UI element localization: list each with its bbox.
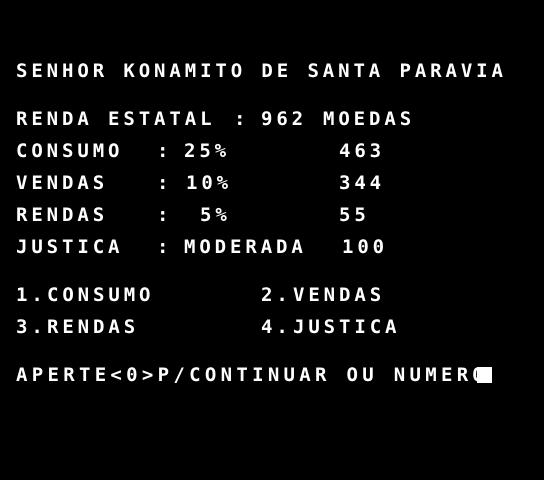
ruler-title: SENHOR KONAMITO DE SANTA PARAVIA <box>16 60 507 82</box>
game-screen: SENHOR KONAMITO DE SANTA PARAVIA RENDA E… <box>0 0 544 480</box>
menu-option-3-number[interactable]: 3. <box>16 318 47 337</box>
tax-rate-vendas: 10% <box>186 172 233 194</box>
menu-option-4-number[interactable]: 4. <box>261 318 292 337</box>
continue-prompt: APERTE<0>P/CONTINUAR OU NUMERO <box>16 364 489 386</box>
tax-rate-rendas: 5% <box>200 204 231 226</box>
tax-rate-justica: MODERADA <box>184 236 307 258</box>
tax-label-rendas: RENDAS <box>16 204 109 226</box>
income-value: 962 <box>261 108 308 130</box>
tax-amount-vendas: 344 <box>339 172 386 194</box>
tax-rate-consumo: 25% <box>184 140 231 162</box>
menu-option-consumo[interactable]: CONSUMO <box>47 286 154 305</box>
income-separator: : <box>234 108 250 130</box>
tax-amount-justica: 100 <box>342 236 389 258</box>
tax-separator: : <box>157 236 173 258</box>
menu-option-vendas[interactable]: VENDAS <box>293 286 385 305</box>
tax-label-vendas: VENDAS <box>16 172 109 194</box>
tax-label-justica: JUSTICA <box>16 236 124 258</box>
menu-option-justica[interactable]: JUSTICA <box>293 318 400 337</box>
menu-option-2-number[interactable]: 2. <box>261 286 292 305</box>
tax-separator: : <box>157 140 173 162</box>
menu-option-1-number[interactable]: 1. <box>16 286 47 305</box>
income-label: RENDA ESTATAL <box>16 108 216 130</box>
tax-separator: : <box>157 172 173 194</box>
tax-label-consumo: CONSUMO <box>16 140 124 162</box>
tax-amount-rendas: 55 <box>339 204 370 226</box>
tax-separator: : <box>157 204 173 226</box>
text-cursor[interactable] <box>477 367 492 383</box>
income-unit: MOEDAS <box>323 108 416 130</box>
tax-amount-consumo: 463 <box>339 140 386 162</box>
menu-option-rendas[interactable]: RENDAS <box>47 318 139 337</box>
